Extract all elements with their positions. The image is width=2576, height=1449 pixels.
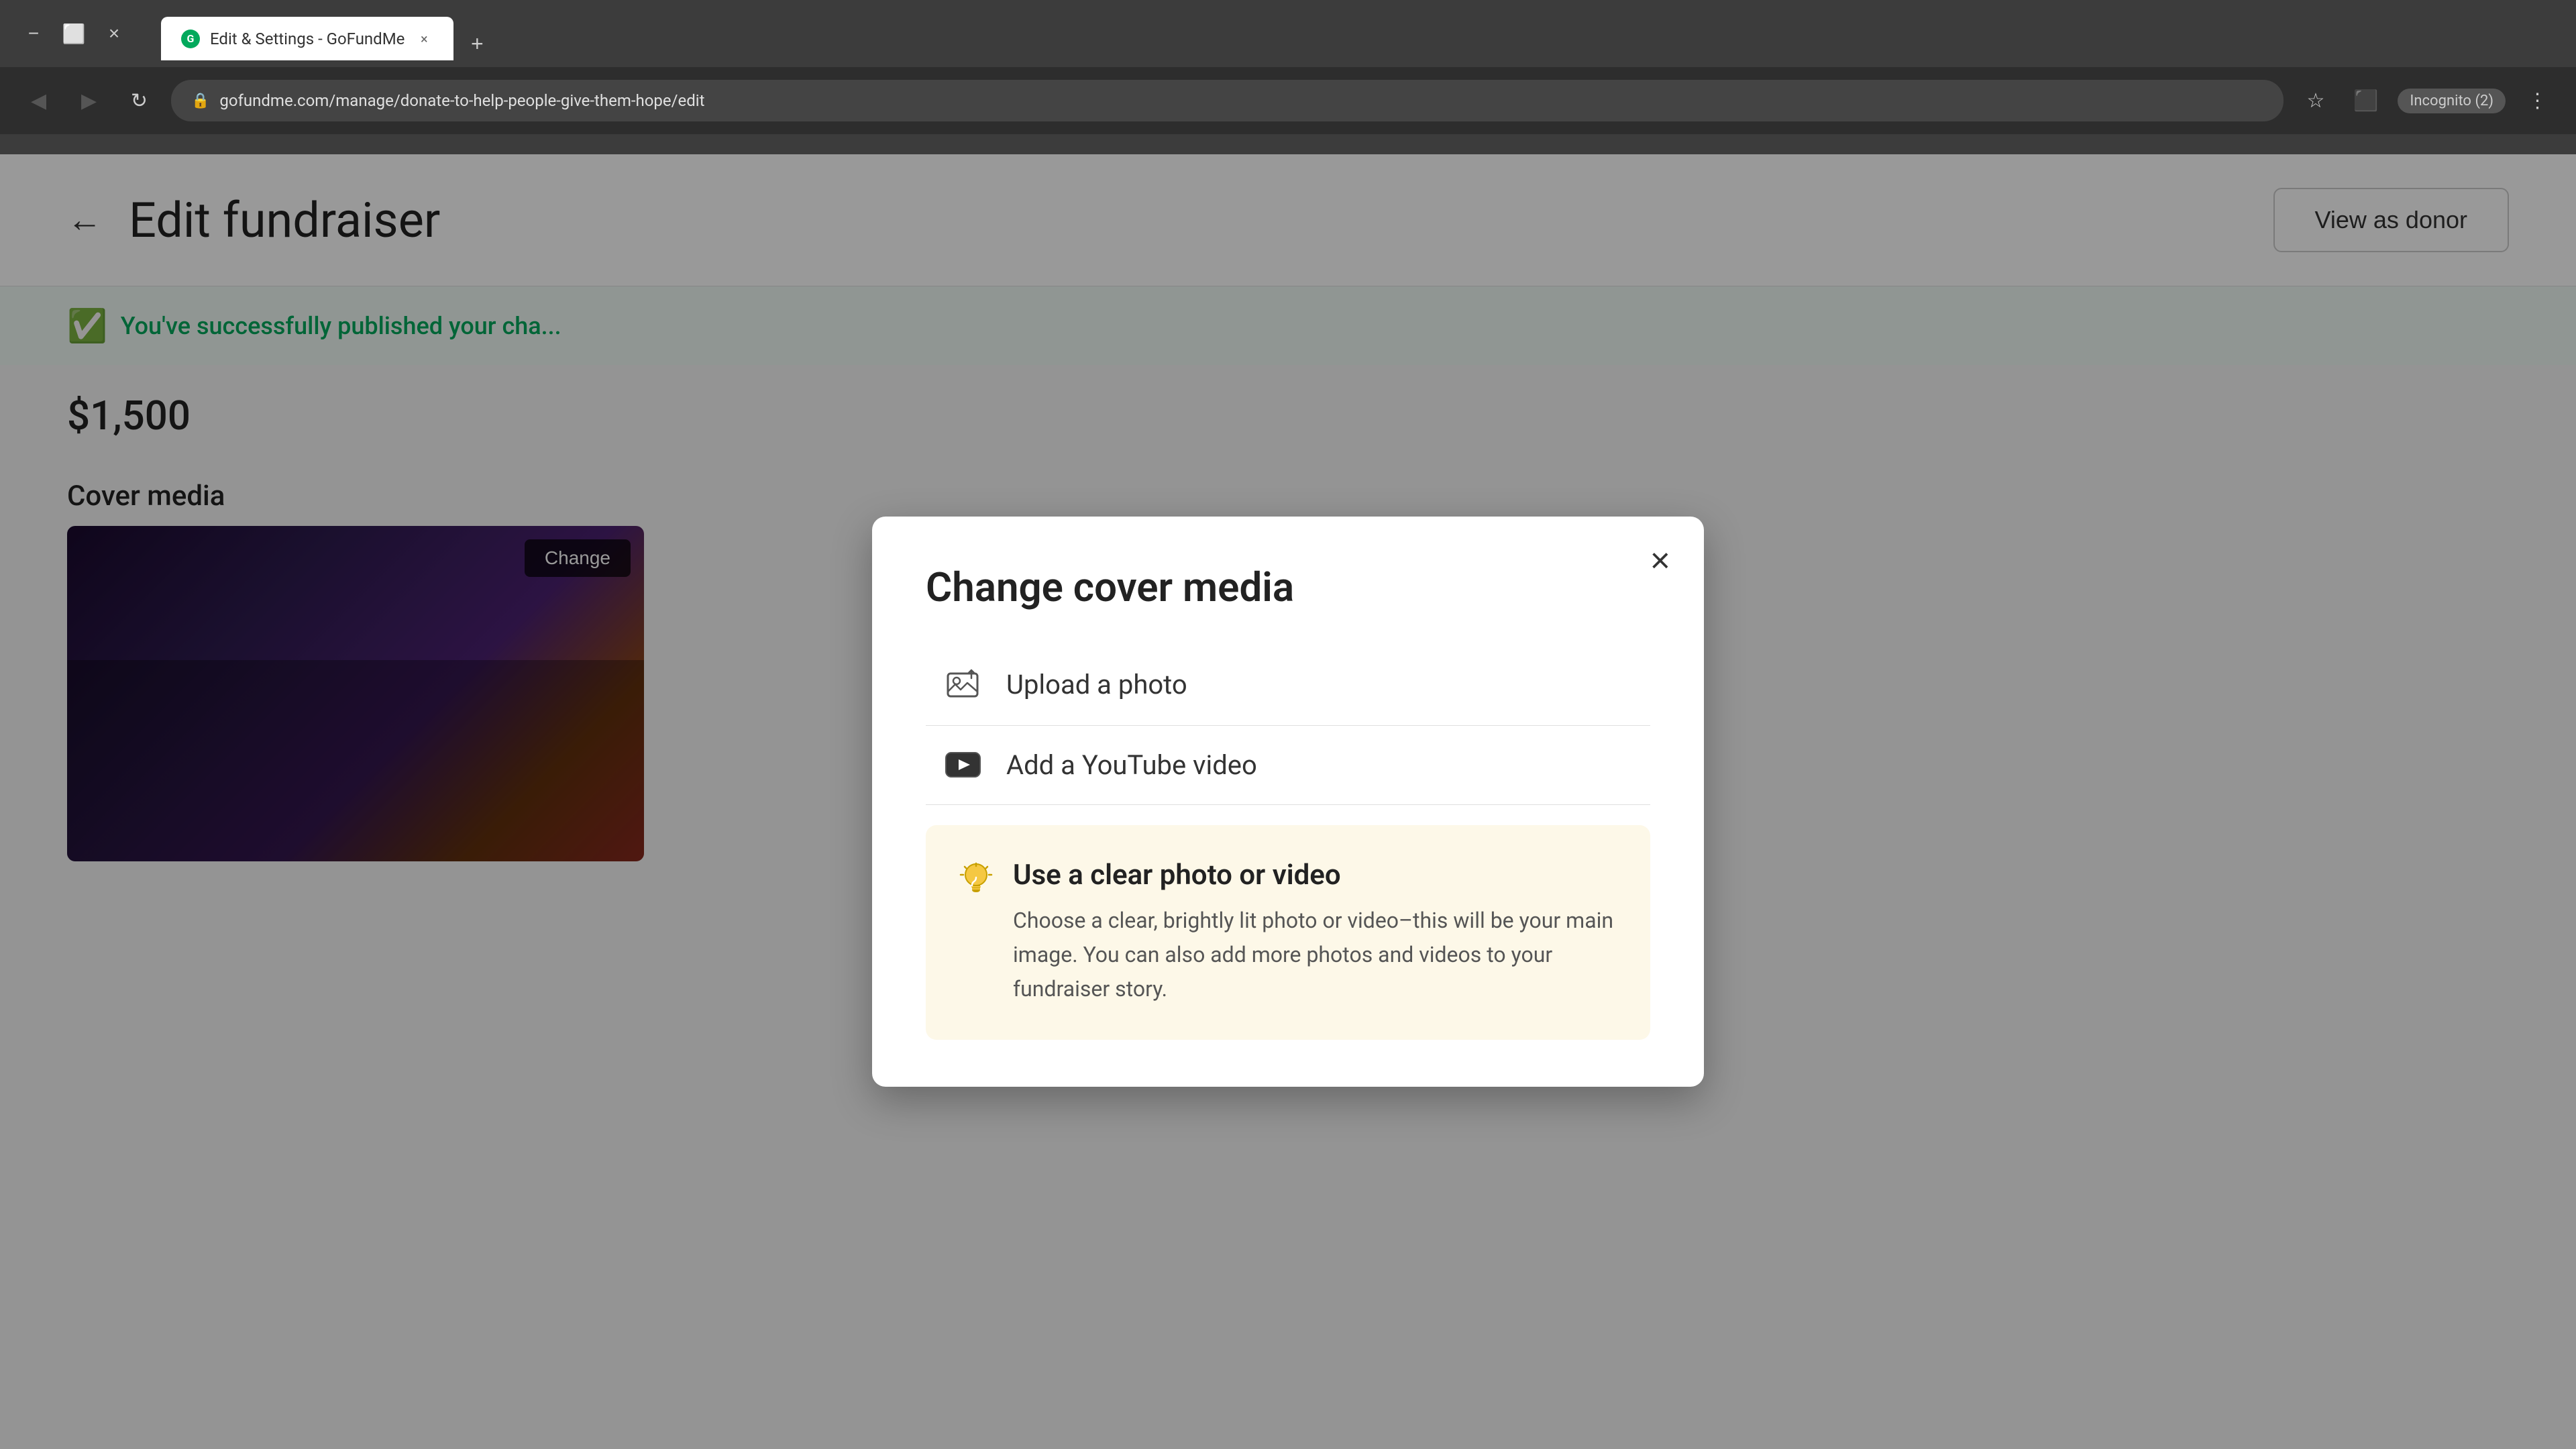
tab-title: Edit & Settings - GoFundMe bbox=[210, 30, 405, 48]
upload-photo-option[interactable]: Upload a photo bbox=[926, 645, 1650, 726]
maximize-button[interactable]: ⬜ bbox=[60, 20, 87, 47]
address-bar-row: ◀ ▶ ↻ 🔒 gofundme.com/manage/donate-to-he… bbox=[0, 67, 2576, 134]
reload-button[interactable]: ↻ bbox=[121, 83, 158, 119]
tip-description: Choose a clear, brightly lit photo or vi… bbox=[1013, 904, 1617, 1007]
menu-button[interactable]: ⋮ bbox=[2519, 83, 2556, 119]
tab-close-icon[interactable]: × bbox=[415, 30, 433, 48]
address-text: gofundme.com/manage/donate-to-help-peopl… bbox=[219, 91, 704, 110]
bookmark-button[interactable]: ☆ bbox=[2297, 83, 2334, 119]
modal-title: Change cover media bbox=[926, 564, 1650, 611]
incognito-badge: Incognito (2) bbox=[2398, 89, 2506, 113]
lock-icon: 🔒 bbox=[191, 93, 209, 109]
tip-title: Use a clear photo or video bbox=[1013, 859, 1617, 892]
address-bar[interactable]: 🔒 gofundme.com/manage/donate-to-help-peo… bbox=[171, 80, 2284, 121]
tab-favicon: G bbox=[181, 30, 200, 48]
window-controls: − ⬜ × bbox=[20, 20, 127, 47]
close-button[interactable]: × bbox=[101, 20, 127, 47]
page-content: ← Edit fundraiser View as donor ✅ You've… bbox=[0, 154, 2576, 1449]
browser-chrome: − ⬜ × G Edit & Settings - GoFundMe × + ◀… bbox=[0, 0, 2576, 154]
modal-close-button[interactable]: × bbox=[1650, 543, 1670, 578]
modal-overlay[interactable]: × Change cover media Upload a photo bbox=[0, 154, 2576, 1449]
upload-photo-icon bbox=[939, 668, 986, 702]
tip-box: Use a clear photo or video Choose a clea… bbox=[926, 825, 1650, 1040]
browser-title-bar: − ⬜ × G Edit & Settings - GoFundMe × + bbox=[0, 0, 2576, 67]
forward-nav-button[interactable]: ▶ bbox=[70, 83, 107, 119]
split-view-button[interactable]: ⬛ bbox=[2347, 83, 2384, 119]
change-cover-media-modal: × Change cover media Upload a photo bbox=[872, 517, 1704, 1087]
active-tab[interactable]: G Edit & Settings - GoFundMe × bbox=[161, 17, 453, 60]
lightbulb-icon bbox=[959, 861, 993, 1007]
new-tab-button[interactable]: + bbox=[460, 27, 494, 60]
minimize-button[interactable]: − bbox=[20, 20, 47, 47]
youtube-label: Add a YouTube video bbox=[1006, 749, 1257, 781]
youtube-icon bbox=[939, 751, 986, 778]
back-nav-button[interactable]: ◀ bbox=[20, 83, 57, 119]
tip-content: Use a clear photo or video Choose a clea… bbox=[1013, 859, 1617, 1007]
tab-bar: G Edit & Settings - GoFundMe × + bbox=[141, 7, 2556, 60]
upload-photo-label: Upload a photo bbox=[1006, 669, 1187, 700]
add-youtube-option[interactable]: Add a YouTube video bbox=[926, 726, 1650, 805]
